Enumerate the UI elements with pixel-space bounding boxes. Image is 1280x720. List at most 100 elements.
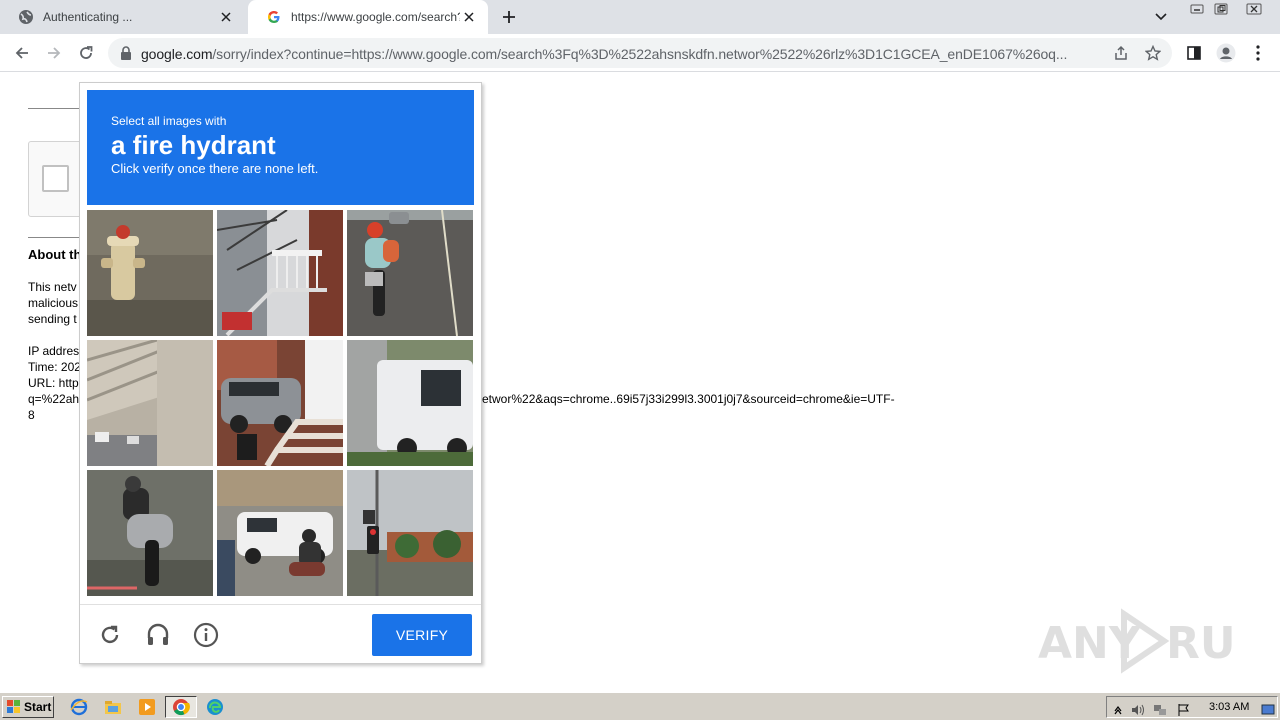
- url-continuation: etwor%22&aqs=chrome..69i57j33i299l3.3001…: [482, 392, 895, 406]
- reload-button[interactable]: [73, 40, 99, 66]
- network-button[interactable]: [1153, 703, 1167, 717]
- speaker-icon: [1132, 704, 1144, 716]
- window-close-button[interactable]: [1238, 0, 1270, 17]
- close-icon[interactable]: [217, 8, 235, 26]
- divider: [28, 108, 80, 109]
- arrow-left-icon: [15, 47, 28, 59]
- image-tile-3[interactable]: [347, 210, 473, 336]
- forward-button[interactable]: [41, 40, 67, 66]
- side-panel-button[interactable]: [1181, 40, 1207, 66]
- url-path: /sorry/index?continue=https://www.google…: [212, 46, 1068, 62]
- page-text-line: IP addres: [28, 344, 80, 358]
- side-panel-icon: [1187, 46, 1201, 60]
- tab-search-button[interactable]: [1151, 7, 1171, 27]
- chrome-taskbar-button[interactable]: [165, 696, 197, 718]
- recaptcha-challenge: Select all images with a fire hydrant Cl…: [79, 82, 482, 664]
- start-label: Start: [24, 700, 52, 714]
- windows-logo-icon: [7, 700, 20, 713]
- image-tile-9[interactable]: [347, 470, 473, 596]
- reload-icon: [101, 625, 119, 644]
- page-text-line: sending t: [28, 312, 77, 326]
- share-button[interactable]: [1111, 43, 1131, 63]
- windows-taskbar: Start 3:03 AM: [0, 692, 1280, 720]
- taskbar-clock[interactable]: 3:03 AM: [1209, 701, 1249, 713]
- media-player-launcher[interactable]: [136, 697, 158, 717]
- window-restore-button[interactable]: [1206, 0, 1236, 17]
- url-text[interactable]: google.com/sorry/index?continue=https://…: [141, 46, 1091, 62]
- about-heading: About th: [28, 247, 82, 262]
- chrome-icon: [173, 699, 190, 716]
- star-icon: [1145, 45, 1161, 61]
- instruction-prefix: Select all images with: [111, 114, 227, 128]
- browser-toolbar: google.com/sorry/index?continue=https://…: [0, 34, 1280, 72]
- edge-launcher[interactable]: [204, 697, 226, 717]
- van-motorcycle-image: [217, 470, 343, 596]
- avatar-icon: [1216, 43, 1236, 63]
- internet-explorer-launcher[interactable]: [68, 697, 90, 717]
- image-grid: [87, 210, 477, 600]
- start-button[interactable]: Start: [2, 696, 54, 718]
- house-stairs-image: [217, 210, 343, 336]
- explorer-launcher[interactable]: [102, 697, 124, 717]
- tab-authenticating[interactable]: Authenticating ...: [0, 0, 245, 34]
- overpass-image: [87, 340, 213, 466]
- challenge-header: Select all images with a fire hydrant Cl…: [87, 90, 474, 205]
- image-tile-4[interactable]: [87, 340, 213, 466]
- page-text-line: Time: 202: [28, 360, 81, 374]
- system-tray: [1106, 696, 1278, 718]
- tab-title: https://www.google.com/search?q=: [291, 10, 460, 24]
- bookmark-button[interactable]: [1143, 43, 1163, 63]
- lock-icon: [121, 46, 131, 60]
- fire-hydrant-image: [87, 210, 213, 336]
- page-text-line: 8: [28, 408, 35, 422]
- image-tile-2[interactable]: [217, 210, 343, 336]
- media-player-icon: [139, 699, 155, 715]
- instruction-suffix: Click verify once there are none left.: [111, 161, 319, 176]
- show-desktop-button[interactable]: [1261, 703, 1275, 717]
- show-hidden-icons-button[interactable]: [1111, 703, 1125, 717]
- browser-tab-strip: Authenticating ... https://www.google.co…: [0, 0, 1280, 34]
- arrow-right-icon: [48, 47, 61, 59]
- target-object: a fire hydrant: [111, 130, 276, 160]
- close-icon[interactable]: [460, 8, 478, 26]
- audio-challenge-button[interactable]: [144, 621, 172, 649]
- new-tab-button[interactable]: [498, 6, 520, 28]
- help-button[interactable]: [192, 621, 220, 649]
- white-truck-image: [347, 340, 473, 466]
- watermark-logo: ANY RUN: [1038, 606, 1272, 676]
- traffic-light-image: [347, 470, 473, 596]
- challenge-footer: VERIFY: [80, 604, 481, 663]
- verify-button[interactable]: VERIFY: [372, 614, 472, 656]
- action-center-button[interactable]: [1177, 703, 1191, 717]
- tab-title: Authenticating ...: [43, 10, 133, 24]
- share-icon: [1115, 45, 1127, 60]
- chevron-up-icon: [1114, 706, 1122, 715]
- profile-button[interactable]: [1213, 40, 1239, 66]
- ie-icon: [70, 698, 88, 716]
- image-tile-7[interactable]: [87, 470, 213, 596]
- chevron-down-icon: [1155, 13, 1167, 21]
- image-tile-5[interactable]: [217, 340, 343, 466]
- image-tile-8[interactable]: [217, 470, 343, 596]
- address-bar[interactable]: google.com/sorry/index?continue=https://…: [108, 38, 1172, 68]
- folder-icon: [105, 701, 121, 714]
- flag-icon: [1178, 704, 1189, 716]
- desktop-icon: [1261, 704, 1275, 715]
- tab-google-search[interactable]: https://www.google.com/search?q=: [248, 0, 488, 34]
- page-text-line: This netv: [28, 280, 77, 294]
- volume-button[interactable]: [1131, 703, 1145, 717]
- page-text-line: malicious: [28, 296, 79, 310]
- divider: [28, 237, 80, 238]
- image-tile-1[interactable]: [87, 210, 213, 336]
- motorcycle-rider-image: [347, 210, 473, 336]
- menu-button[interactable]: [1245, 40, 1271, 66]
- image-tile-6[interactable]: [347, 340, 473, 466]
- back-button[interactable]: [9, 40, 35, 66]
- reload-challenge-button[interactable]: [96, 621, 124, 649]
- headphones-icon: [147, 623, 169, 645]
- google-g-icon: [266, 9, 282, 25]
- car-stairs-image: [217, 340, 343, 466]
- kebab-menu-icon: [1256, 45, 1260, 61]
- network-icon: [1154, 705, 1166, 715]
- recaptcha-checkbox[interactable]: [42, 165, 69, 192]
